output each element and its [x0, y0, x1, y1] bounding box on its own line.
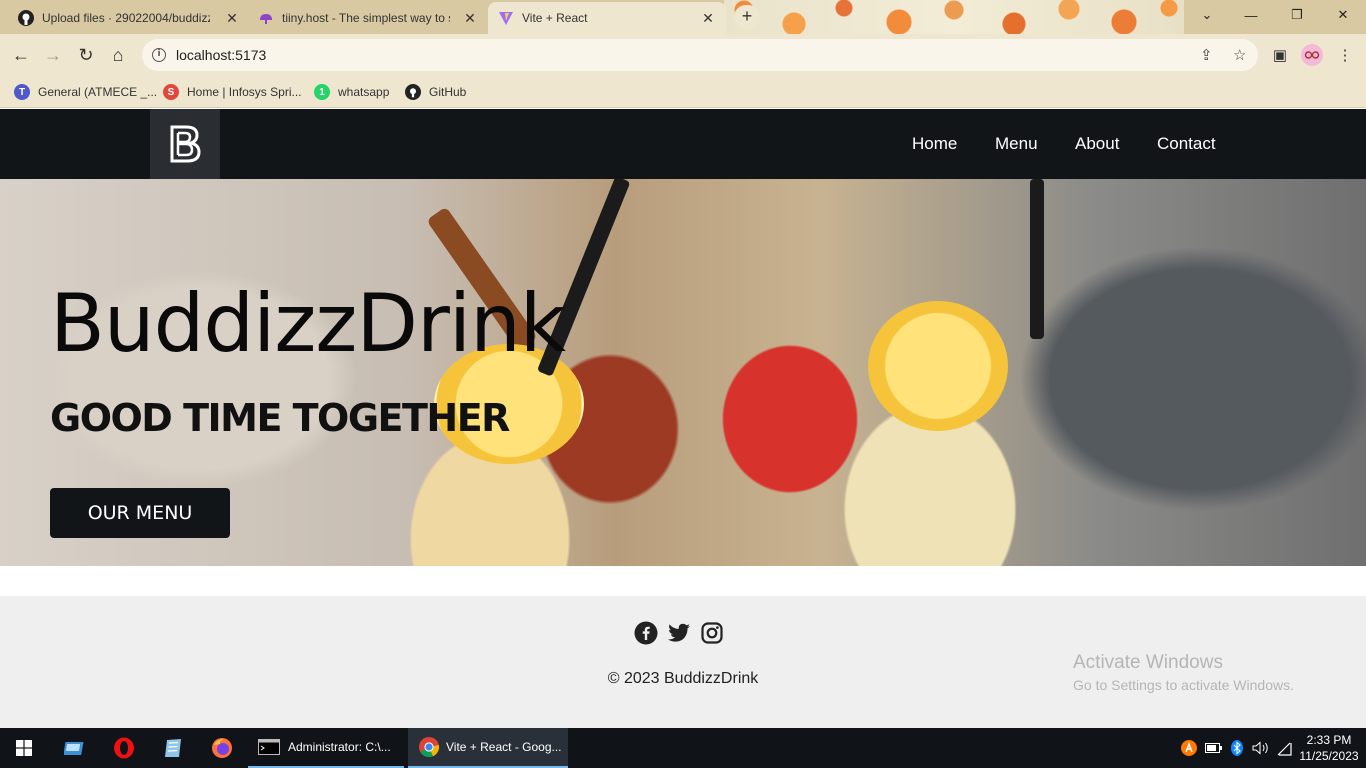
browser-tab-github-upload[interactable]: Upload files · 29022004/buddizz ✕ — [8, 2, 250, 34]
hero-section: BuddizzDrink GOOD TIME TOGETHER OUR MENU — [0, 179, 1366, 566]
github-icon — [18, 10, 34, 26]
tab-title: Vite + React — [522, 11, 588, 25]
bookmark-label: Home | Infosys Spri... — [187, 85, 302, 99]
browser-tab-strip: Upload files · 29022004/buddizz ✕ tiiny.… — [0, 0, 1366, 34]
bookmarks-bar: T General (ATMECE _... S Home | Infosys … — [0, 76, 1366, 108]
new-tab-button[interactable]: + — [734, 5, 760, 29]
share-icon[interactable]: ⇪ — [1200, 46, 1213, 64]
terminal-icon — [258, 739, 280, 755]
teams-icon: T — [14, 84, 30, 100]
nav-link-about[interactable]: About — [1075, 134, 1119, 154]
close-tab-icon[interactable]: ✕ — [224, 10, 240, 27]
vite-icon — [498, 10, 514, 26]
taskbar-task-label: Administrator: C:\... — [288, 740, 391, 754]
avast-icon[interactable] — [1181, 728, 1197, 768]
tab-title: Upload files · 29022004/buddizz — [42, 11, 210, 25]
bookmark-star-icon[interactable]: ☆ — [1233, 46, 1246, 64]
taskbar-clock[interactable]: 2:33 PM 11/25/2023 — [1296, 732, 1362, 764]
hero-subtitle: GOOD TIME TOGETHER — [50, 396, 510, 440]
nav-link-menu[interactable]: Menu — [995, 134, 1038, 154]
taskbar-task-label: Vite + React - Goog... — [446, 740, 562, 754]
battery-icon[interactable] — [1205, 728, 1223, 768]
hero-background-image — [868, 301, 1008, 431]
close-window-icon[interactable]: ✕ — [1320, 0, 1366, 30]
bookmark-whatsapp[interactable]: 1 whatsapp — [314, 82, 389, 102]
taskbar-terminal[interactable]: Administrator: C:\... — [248, 728, 404, 768]
bookmark-label: General (ATMECE _... — [38, 85, 158, 99]
nav-link-contact[interactable]: Contact — [1157, 134, 1216, 154]
github-icon — [405, 84, 421, 100]
instagram-icon[interactable] — [700, 621, 724, 645]
windows-taskbar: Administrator: C:\... Vite + React - Goo… — [0, 728, 1366, 768]
bookmark-general-atmece[interactable]: T General (ATMECE _... — [14, 82, 157, 102]
taskbar-chrome[interactable]: Vite + React - Goog... — [408, 728, 568, 768]
browser-theme-artwork — [724, 0, 1184, 34]
activate-windows-title: Activate Windows — [1073, 652, 1223, 673]
chrome-icon — [419, 737, 440, 758]
site-footer: © 2023 BuddizzDrink Activate Windows Go … — [0, 596, 1366, 728]
site-header: Home Menu About Contact — [0, 109, 1366, 179]
network-icon[interactable] — [1276, 728, 1292, 768]
whatsapp-icon: 1 — [314, 84, 330, 100]
tiiny-host-icon — [258, 10, 274, 26]
side-panel-icon[interactable]: ▣ — [1267, 42, 1293, 68]
bookmark-label: GitHub — [429, 85, 467, 99]
reload-icon[interactable]: ↻ — [73, 42, 99, 68]
close-tab-icon[interactable]: ✕ — [700, 10, 716, 27]
activate-windows-subtitle: Go to Settings to activate Windows. — [1073, 677, 1294, 693]
bookmark-infosys[interactable]: S Home | Infosys Spri... — [163, 82, 302, 102]
profile-avatar[interactable] — [1299, 42, 1325, 68]
forward-arrow-icon[interactable]: → — [40, 42, 66, 68]
nav-link-home[interactable]: Home — [912, 134, 957, 154]
file-explorer-icon[interactable] — [52, 728, 98, 768]
home-icon[interactable]: ⌂ — [105, 42, 131, 68]
browser-toolbar: ← → ↻ ⌂ i localhost:5173 ⇪ ☆ ▣ ⋮ — [0, 34, 1366, 76]
volume-icon[interactable] — [1252, 728, 1270, 768]
tab-search-icon[interactable]: ⌄ — [1184, 0, 1230, 30]
bookmark-label: whatsapp — [338, 85, 390, 99]
browser-tab-tiiny-host[interactable]: tiiny.host - The simplest way to s ✕ — [248, 2, 488, 34]
facebook-icon[interactable] — [634, 621, 658, 645]
notes-app-icon[interactable] — [150, 728, 196, 768]
twitter-icon[interactable] — [667, 621, 691, 645]
site-info-icon[interactable]: i — [152, 48, 166, 62]
hero-title: BuddizzDrink — [50, 277, 566, 370]
bluetooth-icon[interactable] — [1230, 728, 1244, 768]
close-tab-icon[interactable]: ✕ — [462, 10, 478, 27]
minimize-icon[interactable]: — — [1228, 0, 1274, 30]
opera-icon[interactable] — [101, 728, 147, 768]
hero-background-image — [1030, 179, 1044, 339]
firefox-icon[interactable] — [199, 728, 245, 768]
bookmark-github[interactable]: GitHub — [405, 82, 466, 102]
windows-start-icon[interactable] — [0, 728, 48, 768]
browser-menu-icon[interactable]: ⋮ — [1332, 42, 1358, 68]
infosys-icon: S — [163, 84, 179, 100]
clock-time: 2:33 PM — [1306, 733, 1352, 747]
restore-icon[interactable]: ❐ — [1274, 0, 1320, 30]
logo-b-icon — [170, 125, 201, 163]
clock-date: 11/25/2023 — [1299, 749, 1359, 763]
tab-title: tiiny.host - The simplest way to s — [282, 11, 450, 25]
site-logo[interactable] — [150, 109, 220, 179]
our-menu-button[interactable]: OUR MENU — [50, 488, 230, 538]
address-bar[interactable]: i localhost:5173 ⇪ ☆ — [142, 39, 1258, 71]
back-arrow-icon[interactable]: ← — [8, 42, 34, 68]
browser-tab-vite-react[interactable]: Vite + React ✕ — [488, 2, 726, 34]
address-url[interactable]: localhost:5173 — [176, 47, 266, 63]
